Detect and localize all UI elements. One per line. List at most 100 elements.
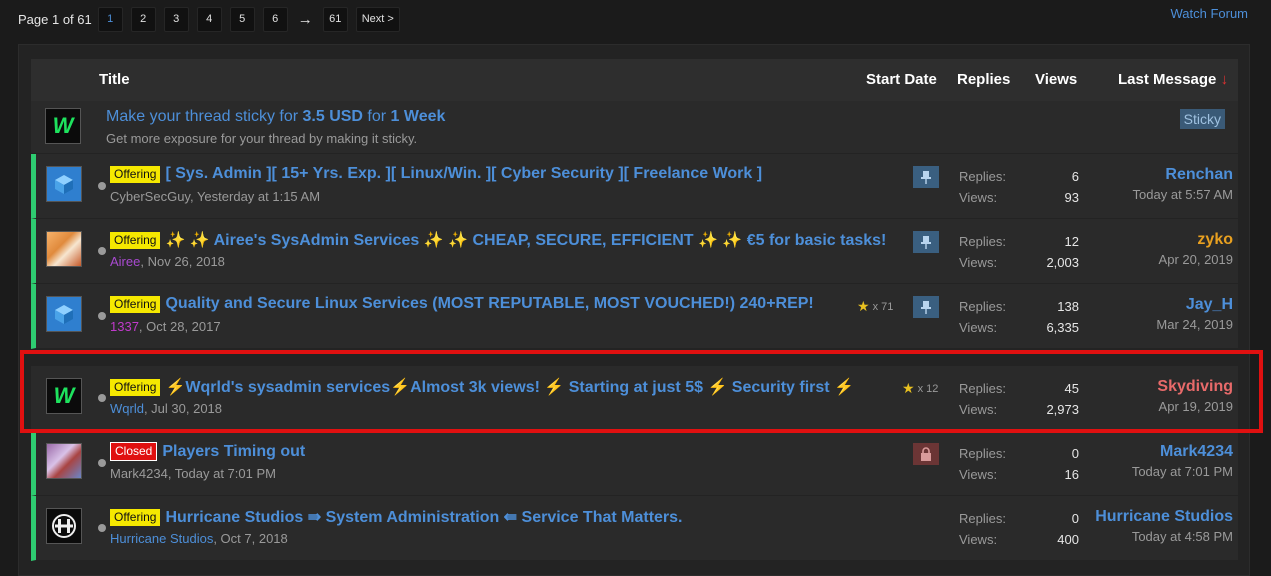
page-last-button[interactable]: 61	[322, 6, 348, 32]
promo-subtitle: Get more exposure for your thread by mak…	[106, 131, 418, 146]
column-start-date[interactable]: Start Date	[866, 71, 937, 88]
page-4-button[interactable]: 4	[196, 6, 222, 32]
thread-meta: 1337, Oct 28, 2017	[110, 319, 221, 334]
thread-date: , Today at 7:01 PM	[167, 466, 276, 481]
thread-author[interactable]: Airee	[110, 254, 140, 269]
last-message-date[interactable]: Today at 7:01 PM	[1132, 464, 1233, 479]
thread-meta: Airee, Nov 26, 2018	[110, 254, 225, 269]
reputation-count: x 71	[872, 300, 894, 313]
views-label: Views:	[959, 255, 998, 270]
views-label: Views:	[959, 532, 998, 547]
promo-price: 3.5 USD	[302, 108, 363, 125]
page-3-button[interactable]: 3	[163, 6, 189, 32]
thread-row: Closed Players Timing out Mark4234, Toda…	[31, 431, 1238, 496]
thread-stats: Replies: 6 Views: 93	[959, 166, 1079, 208]
unread-dot-icon	[98, 247, 106, 255]
promo-title[interactable]: Make your thread sticky for 3.5 USD for …	[106, 108, 445, 126]
thread-title[interactable]: Closed Players Timing out	[110, 442, 305, 461]
avatar	[46, 296, 82, 332]
offering-badge: Offering	[110, 295, 161, 313]
views-label: Views:	[959, 320, 998, 335]
thread-table: Title Start Date Replies Views Last Mess…	[31, 59, 1238, 561]
unread-dot-icon	[98, 459, 106, 467]
offering-badge: Offering	[110, 165, 161, 183]
replies-label: Replies:	[959, 446, 1006, 461]
sticky-button[interactable]: Sticky	[1179, 109, 1225, 129]
page-1-button[interactable]: 1	[97, 6, 123, 32]
thread-date: , Yesterday at 1:15 AM	[189, 189, 321, 204]
thread-row: Offering Hurricane Studios ⇛ System Admi…	[31, 496, 1238, 561]
column-last-message-label: Last Message	[1118, 71, 1217, 88]
skip-arrow-icon: →	[297, 10, 313, 28]
thread-stats: Replies: 138 Views: 6,335	[959, 296, 1079, 338]
thread-title-link[interactable]: [ Sys. Admin ][ 15+ Yrs. Exp. ][ Linux/W…	[165, 165, 762, 183]
thread-title-link[interactable]: Players Timing out	[162, 443, 305, 461]
thread-meta: Mark4234, Today at 7:01 PM	[110, 466, 276, 481]
column-title[interactable]: Title	[99, 71, 130, 88]
thread-title-link[interactable]: Hurricane Studios ⇛ System Administratio…	[165, 507, 682, 527]
pin-icon[interactable]	[913, 231, 939, 253]
thread-row: Offering [ Sys. Admin ][ 15+ Yrs. Exp. ]…	[31, 154, 1238, 219]
views-label: Views:	[959, 190, 998, 205]
last-message-user[interactable]: zyko	[1159, 231, 1233, 249]
pin-icon[interactable]	[913, 296, 939, 318]
page-6-button[interactable]: 6	[262, 6, 288, 32]
thread-meta: CyberSecGuy, Yesterday at 1:15 AM	[110, 189, 320, 204]
views-count: 16	[1064, 467, 1079, 482]
column-replies[interactable]: Replies	[957, 71, 1010, 88]
last-message-user[interactable]: Hurricane Studios	[1095, 508, 1233, 526]
thread-stats: Replies: 0 Views: 400	[959, 508, 1079, 550]
medal-icon: ★	[857, 298, 870, 314]
thread-author[interactable]: Hurricane Studios	[110, 531, 213, 546]
page-2-button[interactable]: 2	[130, 6, 156, 32]
thread-row: Offering ✨ ✨ Airee's SysAdmin Services ✨…	[31, 219, 1238, 284]
thread-author[interactable]: Mark4234	[110, 466, 168, 481]
thread-title-link[interactable]: ✨ ✨ Airee's SysAdmin Services ✨ ✨ CHEAP,…	[165, 230, 886, 250]
thread-title[interactable]: Offering Quality and Secure Linux Servic…	[110, 295, 814, 313]
last-message-user[interactable]: Renchan	[1133, 166, 1233, 184]
thread-list-panel: Title Start Date Replies Views Last Mess…	[18, 44, 1250, 576]
promo-duration: 1 Week	[390, 108, 446, 125]
cube-icon	[55, 175, 73, 194]
last-message-user[interactable]: Mark4234	[1132, 443, 1233, 461]
reputation: ★ x 71	[857, 298, 893, 315]
unread-dot-icon	[98, 312, 106, 320]
thread-row: Offering Quality and Secure Linux Servic…	[31, 284, 1238, 349]
column-last-message[interactable]: Last Message ↓	[1118, 71, 1228, 88]
last-message-user[interactable]: Jay_H	[1156, 296, 1233, 314]
last-message-date[interactable]: Today at 5:57 AM	[1133, 187, 1233, 202]
offering-badge: Offering	[110, 508, 161, 526]
last-message: zyko Apr 20, 2019	[1159, 231, 1233, 267]
replies-count: 0	[1071, 511, 1079, 526]
watch-forum-link[interactable]: Watch Forum	[1170, 6, 1248, 21]
views-count: 2,003	[1046, 255, 1079, 270]
unread-dot-icon	[98, 182, 106, 190]
next-page-button[interactable]: Next >	[355, 6, 400, 32]
last-message: Hurricane Studios Today at 4:58 PM	[1095, 508, 1233, 544]
avatar	[46, 166, 82, 202]
last-message-date[interactable]: Today at 4:58 PM	[1095, 529, 1233, 544]
thread-title[interactable]: Offering Hurricane Studios ⇛ System Admi…	[110, 507, 682, 527]
thread-author[interactable]: 1337	[110, 319, 139, 334]
thread-title-link[interactable]: Quality and Secure Linux Services (MOST …	[165, 295, 813, 313]
last-message-date[interactable]: Apr 20, 2019	[1159, 252, 1233, 267]
promo-text-mid: for	[362, 108, 391, 125]
avatar	[46, 508, 82, 544]
sticky-promo-row: W Make your thread sticky for 3.5 USD fo…	[31, 101, 1238, 154]
avatar	[46, 231, 82, 267]
last-message: Jay_H Mar 24, 2019	[1156, 296, 1233, 332]
thread-title[interactable]: Offering ✨ ✨ Airee's SysAdmin Services ✨…	[110, 230, 886, 250]
hurricane-logo-icon	[52, 514, 76, 538]
page-5-button[interactable]: 5	[229, 6, 255, 32]
promo-text-pre: Make your thread sticky for	[106, 108, 303, 125]
thread-author[interactable]: CyberSecGuy	[110, 189, 190, 204]
last-message-date[interactable]: Mar 24, 2019	[1156, 317, 1233, 332]
thread-title[interactable]: Offering [ Sys. Admin ][ 15+ Yrs. Exp. ]…	[110, 165, 762, 183]
pin-icon[interactable]	[913, 166, 939, 188]
page-indicator: Page 1 of 61	[18, 11, 92, 27]
column-views[interactable]: Views	[1035, 71, 1077, 88]
closed-badge: Closed	[110, 442, 158, 461]
views-label: Views:	[959, 467, 998, 482]
replies-label: Replies:	[959, 169, 1006, 184]
replies-count: 12	[1064, 234, 1079, 249]
